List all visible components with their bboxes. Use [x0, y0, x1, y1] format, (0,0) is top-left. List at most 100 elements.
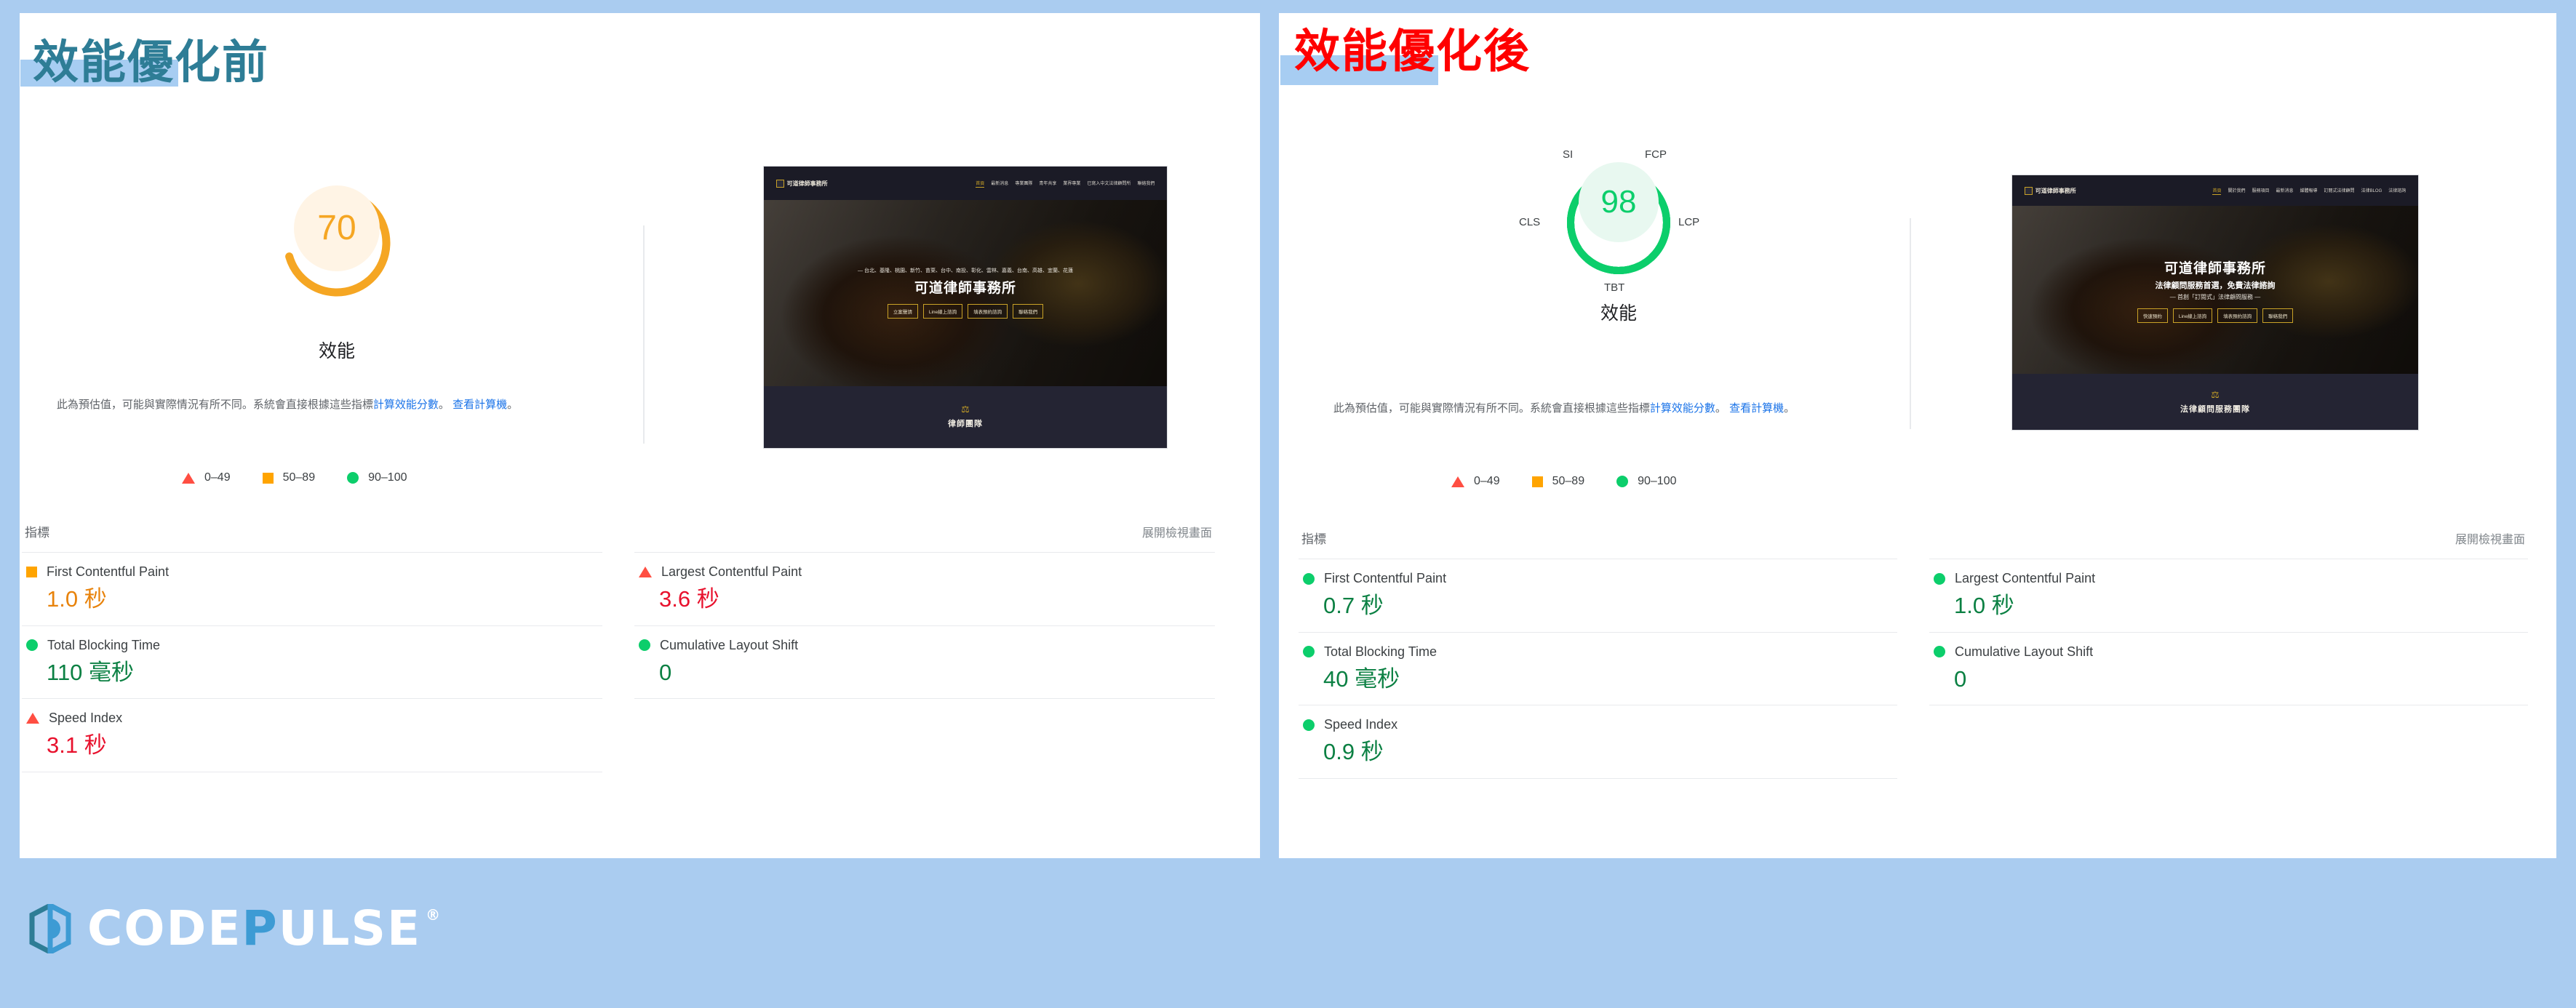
table-row: First Contentful Paint 0.7 秒: [1299, 559, 1897, 632]
thumb-before-hero: — 台北、基隆、桃園、新竹、苗栗、台中、南投、彰化、雲林、嘉義、台南、高雄、宜蘭…: [764, 200, 1167, 386]
thumb-before-navbar: 可道律師事務所 首頁 最新消息 專業團隊 青年共享 業界專業 已寫入中文法律顧問…: [764, 167, 1167, 201]
circle-icon: [1303, 646, 1315, 658]
legend-item-poor: 0–49: [1451, 475, 1500, 488]
nav-link-4: 媒體報導: [2300, 188, 2318, 193]
calc-score-link[interactable]: 計算效能分數: [373, 399, 439, 411]
gauge-tick-tbt: TBT: [1604, 281, 1625, 294]
scales-icon: ⚖: [2211, 388, 2220, 400]
metric-name: Speed Index: [1324, 717, 1398, 732]
site-screenshot-after[interactable]: 可道律師事務所 首頁 關於我們 服務項目 最新消息 媒體報導 訂閱式法律顧問 法…: [2011, 175, 2419, 431]
triangle-icon: [639, 567, 652, 577]
wordmark-part-3: ULSE: [278, 900, 422, 956]
hero-button-1: Line線上諮詢: [922, 303, 963, 319]
scales-icon: ⚖: [961, 404, 970, 415]
performance-gauge-after: SI FCP LCP TBT CLS 98 效能: [1422, 142, 1815, 325]
metric-value: 0: [659, 659, 672, 685]
thumb-after-hero-sub1: 法律顧問服務首選，免費法律諮詢: [2155, 281, 2276, 290]
metric-value: 1.0 秒: [1954, 593, 2014, 618]
legend-item-average: 50–89: [1531, 475, 1584, 488]
wordmark-part-2: P: [242, 900, 279, 956]
metric-name: Speed Index: [49, 711, 123, 726]
registered-trademark-icon: ®: [426, 906, 442, 924]
thumb-before-logo-text: 可道律師事務所: [786, 180, 828, 187]
circle-icon: [1303, 719, 1315, 731]
metric-label-fcp-after: First Contentful Paint: [1303, 571, 1893, 586]
table-row: Cumulative Layout Shift 0: [634, 625, 1215, 700]
slide-canvas: 效能優化前 70 效能 此為預估值，可能與實際情況有所不同。系統會直接根據這些指…: [0, 0, 2576, 1008]
page-title-after: 效能優化後: [1294, 26, 1531, 77]
score-legend-after: 0–49 50–89 90–100: [1451, 475, 1676, 488]
view-calculator-link[interactable]: 查看計算機: [452, 399, 507, 411]
metric-label-fcp-before: First Contentful Paint: [26, 564, 598, 580]
thumb-before-nav-links: 首頁 最新消息 專業團隊 青年共享 業界專業 已寫入中文法律顧問所 聯絡我們: [976, 180, 1155, 188]
wordmark-part-1: CODE: [87, 900, 242, 956]
thumb-before-hero-kicker: — 台北、基隆、桃園、新竹、苗栗、台中、南投、彰化、雲林、嘉義、台南、高雄、宜蘭…: [858, 268, 1073, 274]
desc-text-1: 此為預估值，可能與實際情況有所不同。系統會直接根據這些指標: [56, 399, 373, 411]
nav-link-4: 業界專業: [1063, 181, 1081, 186]
metric-value: 110 毫秒: [47, 659, 135, 685]
thumb-after-navbar: 可道律師事務所 首頁 關於我們 服務項目 最新消息 媒體報導 訂閱式法律顧問 法…: [2012, 175, 2418, 206]
gauge-score-before: 70: [317, 209, 356, 247]
metric-name: First Contentful Paint: [1324, 571, 1447, 585]
legend-item-average: 50–89: [262, 471, 316, 484]
thumb-after-logo: 可道律師事務所: [2024, 186, 2076, 195]
gauge-score-after: 98: [1600, 184, 1637, 220]
gauge-tick-si: SI: [1563, 148, 1574, 161]
triangle-icon: [1451, 476, 1464, 487]
desc-text-2: 。: [438, 399, 450, 411]
table-row: Total Blocking Time 110 毫秒: [22, 625, 602, 699]
thumb-after-team-section: ⚖ 法律顧問服務團隊: [2012, 374, 2418, 430]
nav-link-1: 關於我們: [2228, 188, 2246, 193]
expand-view-link-after[interactable]: 展開檢視畫面: [2455, 529, 2525, 547]
hero-button-3: 聯絡我們: [2262, 308, 2294, 323]
metric-name: First Contentful Paint: [47, 564, 170, 579]
circle-icon: [1934, 646, 1945, 658]
calc-score-link[interactable]: 計算效能分數: [1650, 402, 1715, 415]
gauge-fill-after: 98: [1579, 162, 1659, 242]
thumb-after-hero-title: 可道律師事務所: [2164, 260, 2266, 276]
performance-gauge-before: 70 效能: [148, 171, 526, 363]
metric-label-tbt-before: Total Blocking Time: [26, 638, 598, 653]
legend-label-poor: 0–49: [204, 471, 231, 484]
desc-text-3: 。: [507, 399, 519, 411]
circle-icon: [26, 639, 38, 652]
nav-link-2: 專業團隊: [1015, 181, 1033, 186]
gauge-tick-fcp: FCP: [1645, 148, 1667, 161]
hero-button-0: 立案聲請: [887, 303, 918, 319]
metric-value: 0.7 秒: [1323, 593, 1384, 618]
circle-icon: [639, 639, 650, 652]
metric-label-si-after: Speed Index: [1303, 717, 1893, 732]
thumb-before-hero-title: 可道律師事務所: [914, 280, 1016, 296]
hero-button-2: 填表預約諮詢: [2217, 308, 2258, 323]
thumb-after-hero-buttons: 快速預約 Line線上諮詢 填表預約諮詢 聯絡我們: [2137, 308, 2294, 323]
metric-label-lcp-before: Largest Contentful Paint: [639, 564, 1211, 580]
metrics-label-before: 指標: [25, 526, 49, 540]
codepulse-mark-icon: [29, 901, 71, 956]
thumb-after-logo-text: 可道律師事務所: [2035, 187, 2076, 194]
metric-label-cls-before: Cumulative Layout Shift: [639, 638, 1211, 653]
circle-icon: [1934, 572, 1945, 585]
nav-link-6: 聯絡我們: [1137, 181, 1155, 186]
table-row: Speed Index 0.9 秒: [1299, 705, 1897, 779]
expand-view-link-before[interactable]: 展開檢視畫面: [1142, 523, 1212, 540]
gauge-caption-before: 效能: [318, 341, 355, 361]
panel-after-vertical-divider: [1910, 218, 1911, 429]
site-screenshot-before[interactable]: 可道律師事務所 首頁 最新消息 專業團隊 青年共享 業界專業 已寫入中文法律顧問…: [763, 166, 1168, 449]
gauge-dial-before: 70: [148, 185, 526, 331]
metric-name: Total Blocking Time: [1324, 644, 1437, 659]
legend-item-good: 90–100: [1616, 475, 1676, 488]
nav-link-2: 服務項目: [2252, 188, 2270, 193]
hero-button-3: 聯絡我們: [1013, 303, 1044, 319]
thumb-before-team-section: ⚖ 律師團隊: [764, 385, 1167, 448]
desc-text-1: 此為預估值，可能與實際情況有所不同。系統會直接根據這些指標: [1333, 402, 1650, 415]
square-icon: [1531, 476, 1543, 487]
circle-icon: [1616, 476, 1629, 487]
legend-label-average: 50–89: [282, 471, 316, 484]
view-calculator-link[interactable]: 查看計算機: [1729, 402, 1784, 415]
nav-link-0: 首頁: [976, 180, 985, 188]
table-row: Total Blocking Time 40 毫秒: [1299, 631, 1897, 705]
metrics-grid-before: First Contentful Paint 1.0 秒 Total Block…: [22, 552, 1215, 772]
codepulse-logo: CODE P ULSE ®: [29, 900, 442, 956]
metric-label-si-before: Speed Index: [26, 711, 598, 726]
logo-mark-icon: [2024, 186, 2033, 195]
